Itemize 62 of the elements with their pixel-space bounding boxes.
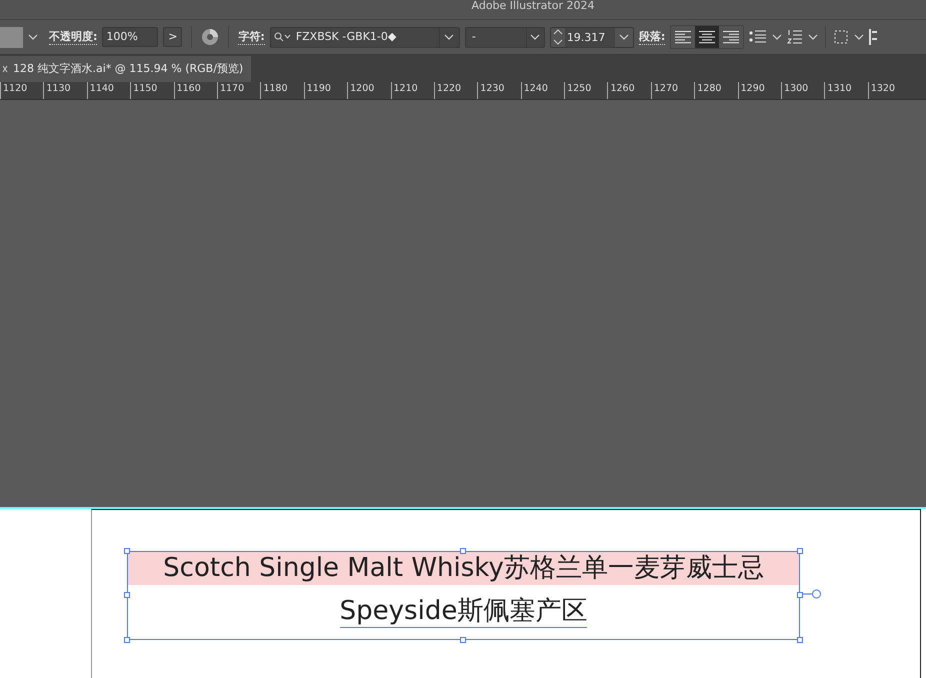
selection-handle[interactable] [124, 592, 130, 598]
selection-handle[interactable] [124, 637, 130, 643]
window-title: Adobe Illustrator 2024 [472, 0, 594, 12]
selection-handle[interactable] [797, 637, 803, 643]
font-size-field[interactable]: 19.317 [550, 26, 634, 48]
numbered-list-icon[interactable] [787, 29, 804, 45]
font-style-field[interactable]: - [464, 26, 545, 48]
character-label: 字符: [238, 30, 265, 44]
ruler-label: 1260 [610, 83, 635, 94]
ruler-label: 1140 [90, 83, 114, 94]
opacity-more-button[interactable]: > [163, 27, 182, 47]
align-center-button[interactable] [695, 26, 720, 48]
ruler-label: 1210 [394, 83, 418, 94]
font-size-value: 19.317 [564, 28, 615, 46]
ruler-label: 1310 [827, 83, 852, 94]
recolor-icon[interactable] [201, 28, 220, 46]
ruler-label: 1190 [306, 83, 331, 94]
font-style-value: - [472, 28, 477, 45]
text-thread-port-icon[interactable] [802, 589, 822, 599]
selection-handle[interactable] [124, 548, 130, 554]
selection-handle[interactable] [460, 637, 466, 643]
chevron-down-icon [530, 34, 540, 40]
ruler-label: 1270 [654, 83, 678, 94]
color-swatch[interactable] [0, 26, 23, 48]
selection-handle[interactable] [797, 548, 803, 554]
chevron-down-icon [772, 34, 782, 40]
selection-handle[interactable] [797, 592, 803, 598]
document-tab-title: 128 纯文字酒水.ai* @ 115.94 % (RGB/预览) [13, 60, 244, 77]
document-tab[interactable]: 128 纯文字酒水.ai* @ 115.94 % (RGB/预览) [0, 56, 252, 82]
align-objects-icon[interactable] [869, 29, 878, 45]
selection-handle[interactable] [460, 548, 466, 554]
ruler-label: 1230 [480, 83, 504, 94]
chevron-down-icon [808, 34, 818, 40]
ruler-label: 1300 [784, 83, 808, 94]
opacity-field[interactable]: 100% [102, 27, 158, 47]
chevron-down-icon [444, 34, 454, 40]
font-family-value: FZXBSK -GBK1-0◆ [296, 28, 398, 45]
search-icon [274, 32, 292, 42]
ruler-label: 1120 [3, 83, 28, 94]
ruler-label: 1320 [870, 83, 895, 94]
ruler-label: 1180 [263, 83, 288, 94]
ruler-label: 1280 [697, 83, 722, 94]
font-family-field[interactable]: FZXBSK -GBK1-0◆ [270, 26, 460, 48]
ruler-label: 1130 [46, 83, 71, 94]
text-line: Speyside斯佩塞产区 [340, 595, 588, 628]
stepper-icon[interactable] [550, 28, 565, 46]
chevron-down-icon [854, 34, 864, 40]
bullet-list-icon[interactable] [749, 30, 768, 44]
ruler-label: 1200 [350, 83, 374, 94]
ruler-label: 1170 [220, 83, 244, 94]
ruler-label: 1160 [176, 83, 201, 94]
ruler-label: 1250 [567, 83, 592, 94]
chevron-down-icon [618, 34, 629, 40]
ruler-label: 1240 [524, 83, 548, 94]
close-icon[interactable] [3, 65, 8, 73]
transform-box-icon[interactable] [833, 29, 850, 45]
paragraph-label: 段落: [638, 30, 666, 44]
ruler-label: 1290 [740, 83, 765, 94]
chevron-down-icon [28, 34, 38, 40]
ruler-label: 1150 [133, 83, 158, 94]
opacity-label: 不透明度: [49, 30, 98, 44]
ruler-label: 1220 [436, 83, 462, 94]
